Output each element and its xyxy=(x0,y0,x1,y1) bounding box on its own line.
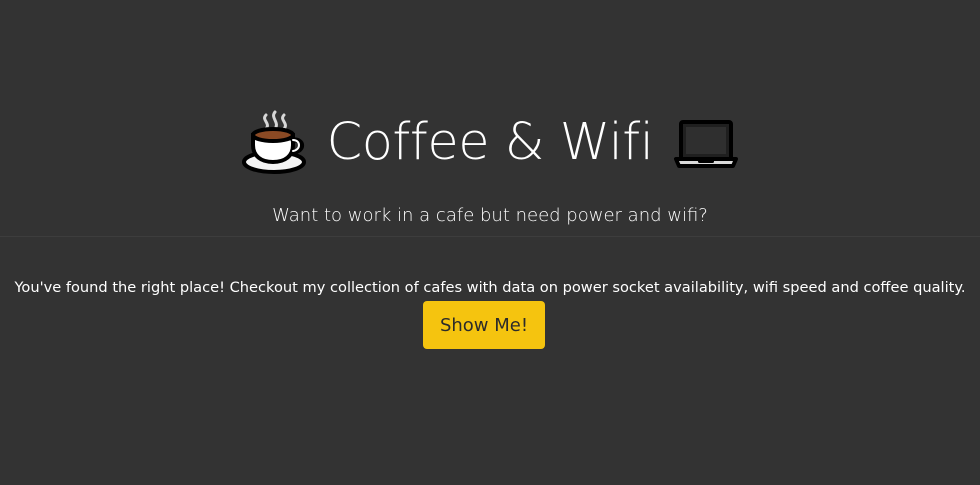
hero-section: Coffee & Wifi Want to work in a cafe but… xyxy=(0,0,980,237)
page-title: Coffee & Wifi xyxy=(326,113,654,172)
hero-subtitle: Want to work in a cafe but need power an… xyxy=(272,205,708,226)
show-me-button[interactable]: Show Me! xyxy=(423,301,545,349)
coffee-cup-icon xyxy=(241,110,306,174)
laptop-icon xyxy=(674,120,739,168)
intro-text: You've found the right place! Checkout m… xyxy=(14,278,966,296)
title-row: Coffee & Wifi xyxy=(0,108,980,178)
landing-page: Coffee & Wifi Want to work in a cafe but… xyxy=(0,0,980,485)
